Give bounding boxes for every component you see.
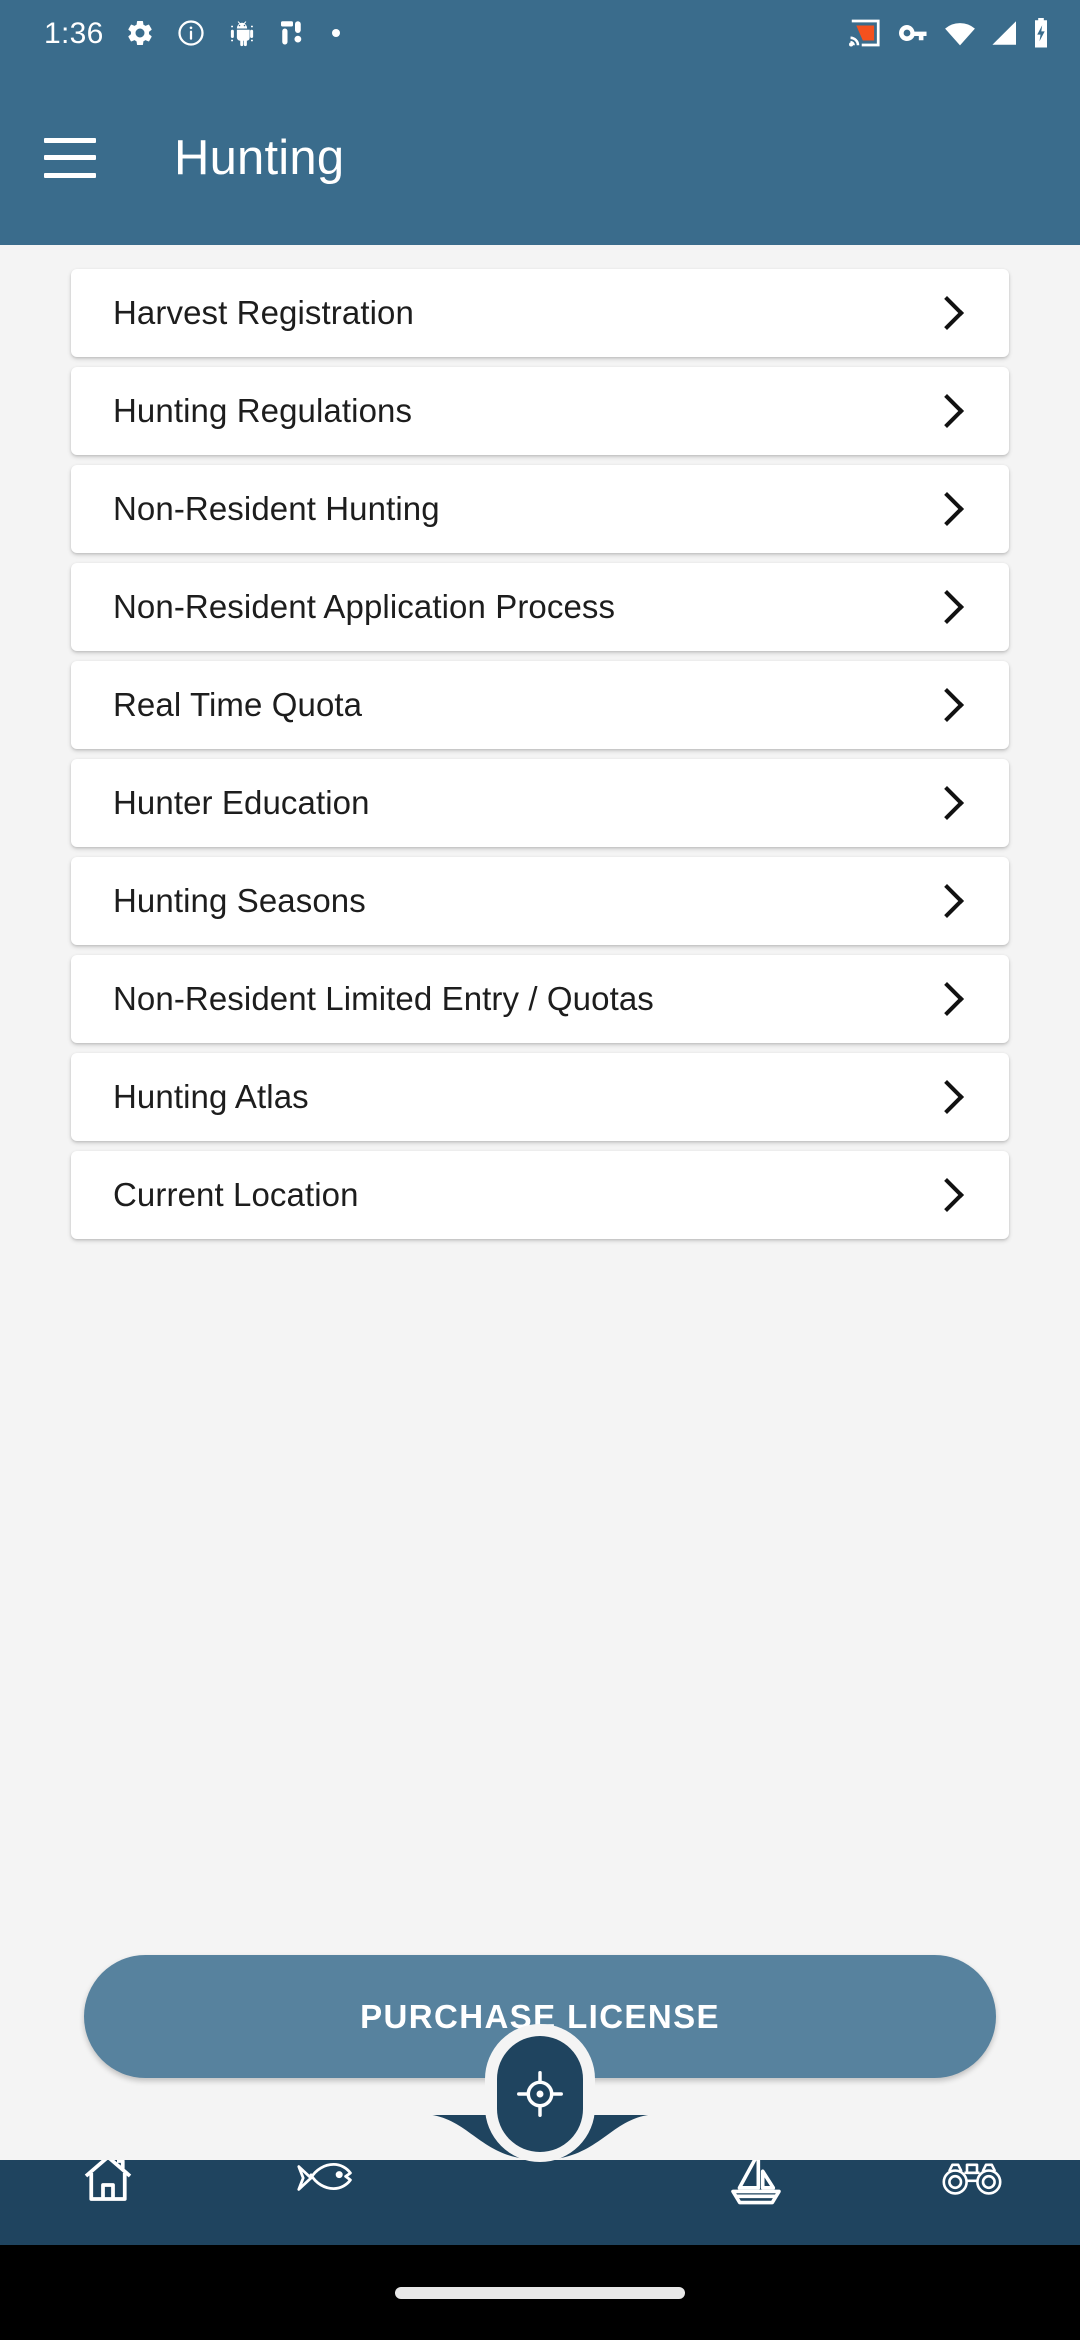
cast-icon	[848, 18, 882, 53]
chevron-right-icon	[933, 784, 955, 822]
chevron-right-icon	[933, 490, 955, 528]
dot-icon	[329, 26, 343, 45]
hamburger-line	[44, 137, 96, 143]
sailboat-icon	[725, 2147, 787, 2214]
home-gesture-pill[interactable]	[395, 2286, 685, 2299]
list-item[interactable]: Hunting Seasons	[71, 857, 1009, 945]
nav-item-home[interactable]	[0, 2115, 216, 2245]
fish-icon	[292, 2150, 356, 2211]
list-item-label: Non-Resident Application Process	[113, 588, 616, 625]
list-item-label: Current Location	[113, 1176, 359, 1213]
status-bar: 1:36	[0, 0, 1080, 70]
nav-item-fishing[interactable]	[216, 2115, 432, 2245]
chevron-right-icon	[933, 392, 955, 430]
system-gesture-area	[0, 2245, 1080, 2340]
page-title: Hunting	[174, 130, 345, 185]
home-icon	[78, 2148, 138, 2213]
list-item-label: Hunting Regulations	[113, 392, 413, 429]
app-bar: Hunting	[0, 70, 1080, 245]
chevron-right-icon	[933, 882, 955, 920]
android-bug-icon	[227, 18, 257, 53]
list-item-label: Non-Resident Limited Entry / Quotas	[113, 980, 654, 1017]
chevron-right-icon	[933, 1176, 955, 1214]
battery-charging-icon	[1032, 17, 1050, 53]
chevron-right-icon	[933, 588, 955, 626]
chevron-right-icon	[933, 1078, 955, 1116]
nav-item-boating[interactable]	[648, 2115, 864, 2245]
chevron-right-icon	[933, 686, 955, 724]
status-bar-left: 1:36	[44, 18, 343, 53]
status-bar-right	[848, 17, 1050, 53]
hamburger-line	[44, 172, 96, 178]
cell-signal-icon	[990, 20, 1018, 51]
list-item[interactable]: Hunting Atlas	[71, 1053, 1009, 1141]
list-item-label: Hunting Seasons	[113, 882, 366, 919]
list-item[interactable]: Current Location	[71, 1151, 1009, 1239]
list-item[interactable]: Hunting Regulations	[71, 367, 1009, 455]
info-icon	[176, 18, 206, 53]
chevron-right-icon	[933, 980, 955, 1018]
vpn-key-icon	[896, 22, 930, 49]
list-item[interactable]: Real Time Quota	[71, 661, 1009, 749]
list-item[interactable]: Non-Resident Limited Entry / Quotas	[71, 955, 1009, 1043]
list-item[interactable]: Harvest Registration	[71, 269, 1009, 357]
crosshair-target-icon[interactable]	[497, 2036, 583, 2152]
list-item-label: Real Time Quota	[113, 686, 363, 723]
developer-tools-icon	[278, 18, 308, 53]
status-bar-clock: 1:36	[44, 17, 104, 50]
list-item[interactable]: Hunter Education	[71, 759, 1009, 847]
hamburger-menu-icon[interactable]	[44, 137, 96, 178]
list-item-label: Hunter Education	[113, 784, 370, 821]
list-item[interactable]: Non-Resident Hunting	[71, 465, 1009, 553]
list-item-label: Hunting Atlas	[113, 1078, 309, 1115]
binoculars-icon	[940, 2154, 1004, 2207]
list-item-label: Non-Resident Hunting	[113, 490, 440, 527]
nav-item-wildlife-viewing[interactable]	[864, 2115, 1080, 2245]
list-item[interactable]: Non-Resident Application Process	[71, 563, 1009, 651]
chevron-right-icon	[933, 294, 955, 332]
hunting-menu-list: Harvest Registration Hunting Regulations N…	[0, 245, 1080, 1239]
list-item-label: Harvest Registration	[113, 294, 414, 331]
gear-icon	[125, 18, 155, 53]
wifi-icon	[944, 20, 976, 51]
hamburger-line	[44, 155, 96, 160]
